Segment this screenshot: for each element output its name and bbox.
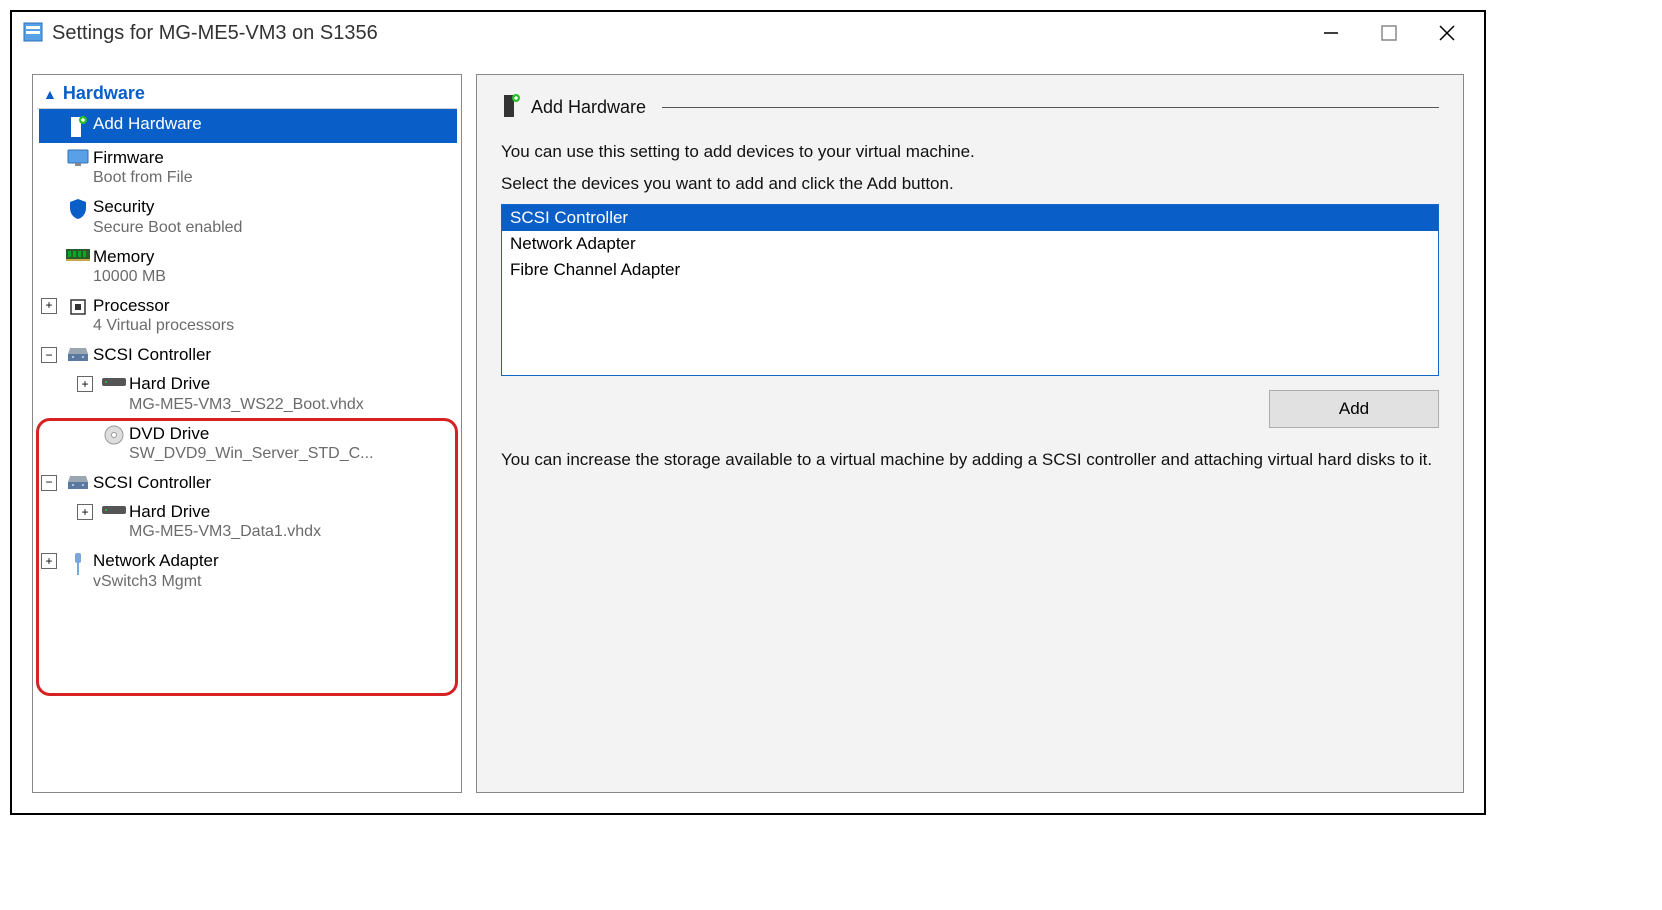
maximize-button[interactable] [1374, 18, 1404, 48]
item-label: Add Hardware [93, 113, 455, 134]
dvd-icon [99, 423, 129, 445]
divider [662, 107, 1439, 108]
tree-item-netadapter[interactable]: + Network AdaptervSwitch3 Mgmt [39, 546, 457, 595]
device-option[interactable]: SCSI Controller [502, 205, 1438, 231]
ram-icon [63, 246, 93, 262]
item-label: SCSI Controller [93, 344, 455, 365]
item-sublabel: Secure Boot enabled [93, 218, 455, 238]
device-list[interactable]: SCSI ControllerNetwork AdapterFibre Chan… [501, 204, 1439, 376]
label-block: SCSI Controller [93, 344, 455, 365]
panel-desc2: Select the devices you want to add and c… [501, 172, 1439, 196]
hdd-icon [99, 373, 129, 389]
section-title: Hardware [63, 83, 145, 104]
item-label: Hard Drive [129, 373, 455, 394]
minimize-button[interactable] [1316, 18, 1346, 48]
item-label: Hard Drive [129, 501, 455, 522]
monitor-icon [63, 147, 93, 167]
item-label: Network Adapter [93, 550, 455, 571]
label-block: Add Hardware [93, 113, 455, 134]
tree-item-security[interactable]: SecuritySecure Boot enabled [39, 192, 457, 241]
item-label: Memory [93, 246, 455, 267]
item-sublabel: 4 Virtual processors [93, 316, 455, 336]
tree-item-processor[interactable]: + Processor4 Virtual processors [39, 291, 457, 340]
tree-item-add-hardware[interactable]: Add Hardware [39, 109, 457, 143]
label-block: Hard DriveMG-ME5-VM3_Data1.vhdx [129, 501, 455, 542]
button-row: Add [501, 390, 1439, 428]
scsi-icon [63, 472, 93, 492]
label-block: SecuritySecure Boot enabled [93, 196, 455, 237]
item-sublabel: vSwitch3 Mgmt [93, 572, 455, 592]
right-pane: Add Hardware You can use this setting to… [476, 74, 1464, 793]
item-label: Firmware [93, 147, 455, 168]
label-block: Network AdaptervSwitch3 Mgmt [93, 550, 455, 591]
label-block: DVD DriveSW_DVD9_Win_Server_STD_C... [129, 423, 455, 464]
tree-item-firmware[interactable]: FirmwareBoot from File [39, 143, 457, 192]
device-option[interactable]: Network Adapter [502, 231, 1438, 257]
close-button[interactable] [1432, 18, 1462, 48]
add-button[interactable]: Add [1269, 390, 1439, 428]
left-pane: ▲ Hardware Add Hardware FirmwareBoot from… [32, 74, 462, 793]
shield-icon [63, 196, 93, 220]
tower-add-icon [501, 93, 521, 122]
tree-item-scsi1[interactable]: − SCSI Controller [39, 340, 457, 369]
label-block: FirmwareBoot from File [93, 147, 455, 188]
device-option[interactable]: Fibre Channel Adapter [502, 257, 1438, 283]
item-sublabel: Boot from File [93, 168, 455, 188]
expand-icon[interactable]: + [41, 553, 57, 569]
cpu-icon [63, 295, 93, 317]
app-icon [22, 21, 44, 46]
panel-heading: Add Hardware [501, 93, 1439, 122]
chevron-up-icon: ▲ [43, 86, 57, 102]
scsi-icon [63, 344, 93, 364]
label-block: Processor4 Virtual processors [93, 295, 455, 336]
expand-icon[interactable]: + [77, 504, 93, 520]
label-block: Hard DriveMG-ME5-VM3_WS22_Boot.vhdx [129, 373, 455, 414]
panel-desc1: You can use this setting to add devices … [501, 140, 1439, 164]
nic-icon [63, 550, 93, 576]
panel-desc3: You can increase the storage available t… [501, 448, 1439, 472]
item-sublabel: SW_DVD9_Win_Server_STD_C... [129, 444, 455, 464]
hardware-section-header[interactable]: ▲ Hardware [37, 79, 457, 109]
tower-add-icon [63, 113, 93, 139]
item-sublabel: MG-ME5-VM3_WS22_Boot.vhdx [129, 395, 455, 415]
collapse-icon[interactable]: − [41, 347, 57, 363]
settings-window: Settings for MG-ME5-VM3 on S1356 ▲ Hardw… [10, 10, 1486, 815]
hardware-tree: Add Hardware FirmwareBoot from File Securi… [37, 109, 457, 596]
body: ▲ Hardware Add Hardware FirmwareBoot from… [12, 54, 1484, 813]
label-block: Memory10000 MB [93, 246, 455, 287]
label-block: SCSI Controller [93, 472, 455, 493]
tree-item-hd1[interactable]: + Hard DriveMG-ME5-VM3_WS22_Boot.vhdx [39, 369, 457, 418]
item-sublabel: MG-ME5-VM3_Data1.vhdx [129, 522, 455, 542]
item-label: SCSI Controller [93, 472, 455, 493]
tree-item-memory[interactable]: Memory10000 MB [39, 242, 457, 291]
hdd-icon [99, 501, 129, 517]
panel-title: Add Hardware [531, 97, 646, 118]
tree-item-hd2[interactable]: + Hard DriveMG-ME5-VM3_Data1.vhdx [39, 497, 457, 546]
titlebar: Settings for MG-ME5-VM3 on S1356 [12, 12, 1484, 54]
expand-icon[interactable]: + [77, 376, 93, 392]
item-label: Processor [93, 295, 455, 316]
collapse-icon[interactable]: − [41, 475, 57, 491]
window-controls [1316, 18, 1474, 48]
item-label: Security [93, 196, 455, 217]
window-title: Settings for MG-ME5-VM3 on S1356 [52, 22, 1316, 45]
tree-item-dvd1[interactable]: DVD DriveSW_DVD9_Win_Server_STD_C... [39, 419, 457, 468]
item-sublabel: 10000 MB [93, 267, 455, 287]
item-label: DVD Drive [129, 423, 455, 444]
tree-item-scsi2[interactable]: − SCSI Controller [39, 468, 457, 497]
expand-icon[interactable]: + [41, 298, 57, 314]
